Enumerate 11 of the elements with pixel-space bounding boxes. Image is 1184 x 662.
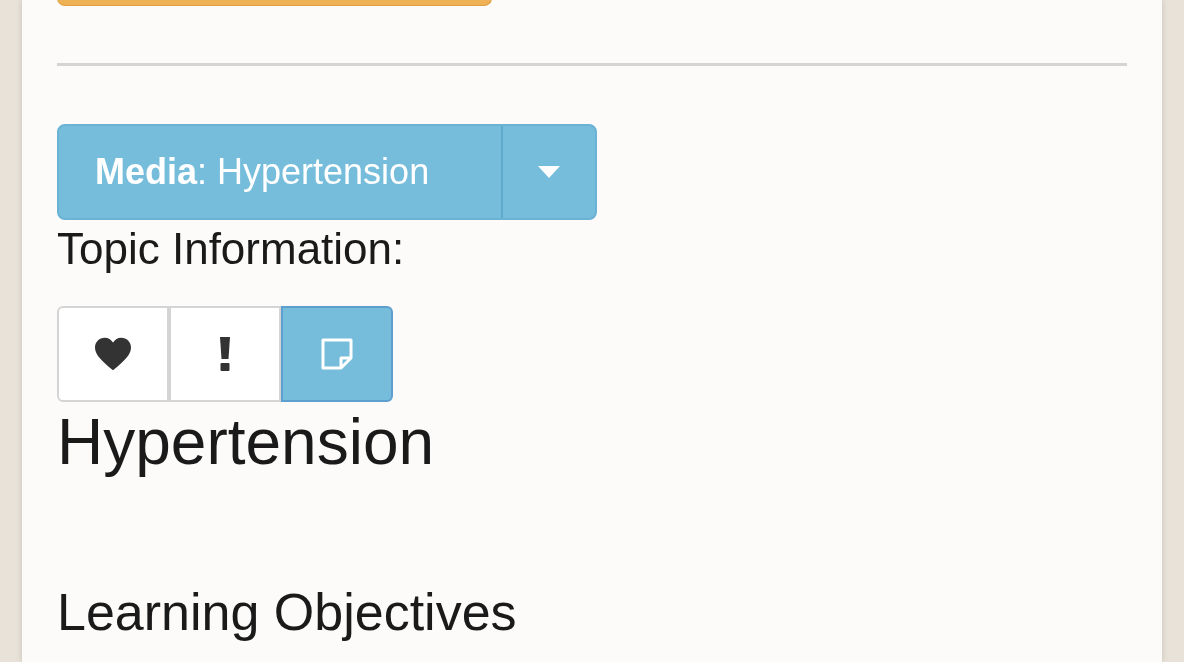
caret-icon [538, 166, 560, 178]
topic-label: Topic Information: [57, 223, 406, 275]
section-heading: Learning Objectives [57, 582, 518, 643]
topic-button[interactable] [57, 306, 169, 402]
heart-icon [93, 336, 133, 372]
exclamation-icon [219, 337, 231, 371]
topic-button[interactable] [169, 306, 281, 402]
media-dropdown[interactable]: Media: Hypertension [57, 124, 597, 220]
page-title: Hypertension [57, 405, 436, 480]
note-icon [319, 336, 355, 372]
media-value: Media: Hypertension [95, 150, 430, 194]
